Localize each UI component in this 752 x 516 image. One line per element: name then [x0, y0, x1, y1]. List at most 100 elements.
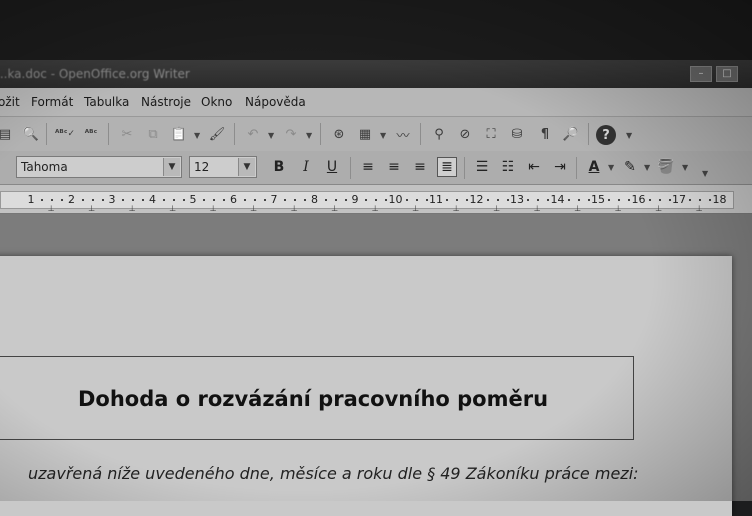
ruler-tick [182, 199, 185, 201]
ruler-number: 10 [388, 193, 403, 206]
paste-icon[interactable]: 📋 [170, 125, 188, 143]
chevron-down-icon[interactable]: ▼ [238, 158, 255, 176]
ruler-tick [162, 199, 165, 201]
menu-tools[interactable]: Nástroje [141, 95, 191, 109]
gallery-icon[interactable]: ⊘ [456, 125, 474, 143]
font-size-combobox[interactable]: 12 ▼ [189, 156, 257, 178]
ruler-tick [577, 199, 580, 201]
ruler-number: 13 [510, 193, 524, 206]
ruler-tick [91, 199, 94, 201]
bold-button[interactable]: B [269, 157, 289, 177]
window-titlebar[interactable]: ...ka.doc - OpenOffice.org Writer – □ [0, 60, 752, 88]
tab-stop-marker[interactable]: ⊥ [291, 204, 298, 213]
document-canvas[interactable]: Dohoda o rozvázání pracovního poměru uza… [0, 214, 752, 516]
tab-stop-marker[interactable]: ⊥ [129, 204, 136, 213]
find-icon[interactable]: ⚲ [430, 125, 448, 143]
tab-stop-marker[interactable]: ⊥ [696, 204, 703, 213]
menu-insert[interactable]: ožit [0, 95, 20, 109]
ruler-number: 7 [270, 193, 278, 206]
bullets-icon[interactable]: ☷ [498, 157, 518, 177]
chevron-down-icon[interactable]: ▼ [163, 158, 180, 176]
toolbar-overflow-icon[interactable]: ▼ [626, 131, 632, 140]
draw-icon[interactable]: 〰 [394, 125, 412, 144]
toolbar-separator [420, 123, 421, 145]
align-left-icon[interactable]: ≡ [358, 157, 378, 177]
underline-button[interactable]: U [322, 157, 342, 177]
toolbar-overflow-icon[interactable]: ▼ [702, 169, 708, 178]
spellcheck-icon[interactable]: ᴬᴮᶜ✓ [55, 125, 75, 143]
tab-stop-marker[interactable]: ⊥ [655, 204, 662, 213]
ruler-number: 16 [631, 193, 646, 206]
format-paintbrush-icon[interactable]: 🖌 [208, 125, 226, 143]
tab-stop-marker[interactable]: ⊥ [493, 204, 500, 213]
copy-icon[interactable]: ⧉ [144, 125, 162, 143]
background-color-icon[interactable]: 🪣 [656, 157, 676, 177]
ruler-tick [699, 199, 702, 201]
redo-icon[interactable]: ↷ [282, 125, 300, 143]
redo-dropdown-icon[interactable]: ▼ [306, 131, 312, 140]
title-table-cell[interactable]: Dohoda o rozvázání pracovního poměru [0, 356, 634, 440]
window-title: ...ka.doc - OpenOffice.org Writer [0, 67, 190, 81]
tab-stop-marker[interactable]: ⊥ [412, 204, 419, 213]
background-dropdown-icon[interactable]: ▼ [682, 163, 688, 172]
ruler-tick [213, 199, 216, 201]
align-justify-icon[interactable]: ≣ [437, 157, 457, 177]
document-paragraph: uzavřená níže uvedeného dne, měsíce a ro… [28, 464, 639, 483]
decrease-indent-icon[interactable]: ⇤ [524, 157, 544, 177]
ruler-tick [658, 199, 661, 201]
ruler-number: 14 [550, 193, 565, 206]
tab-stop-marker[interactable]: ⊥ [372, 204, 379, 213]
tab-stop-marker[interactable]: ⊥ [210, 204, 217, 213]
ruler-tick [496, 199, 499, 201]
align-right-icon[interactable]: ≡ [410, 157, 430, 177]
zoom-page-icon[interactable]: 🔍 [22, 125, 40, 143]
navigator-icon[interactable]: ⊛ [330, 125, 348, 143]
document-page[interactable]: Dohoda o rozvázání pracovního poměru uza… [0, 256, 732, 516]
tab-stop-marker[interactable]: ⊥ [331, 204, 338, 213]
tab-stop-marker[interactable]: ⊥ [169, 204, 176, 213]
highlight-icon[interactable]: ✎ [620, 157, 640, 177]
tab-stop-marker[interactable]: ⊥ [48, 204, 55, 213]
menu-table[interactable]: Tabulka [84, 95, 129, 109]
table-icon[interactable]: ▦ [356, 125, 374, 143]
image-icon[interactable]: ⛶ [482, 125, 500, 143]
font-color-icon[interactable]: A [584, 157, 604, 177]
tab-stop-marker[interactable]: ⊥ [250, 204, 257, 213]
zoom-icon[interactable]: 🔎 [562, 125, 580, 143]
ruler-tick [547, 199, 550, 201]
horizontal-ruler[interactable]: 1 ⊥ 2 ⊥ 3 ⊥ 4 ⊥ 5 ⊥ 6 ⊥ 7 ⊥ 8 ⊥ 9 ⊥ 10 ⊥ 11 ⊥ 12 ⊥ 13 ⊥ 14 ⊥ 15 ⊥ 16 ⊥ 1… [0, 185, 752, 214]
increase-indent-icon[interactable]: ⇥ [550, 157, 570, 177]
menu-window[interactable]: Okno [201, 95, 232, 109]
autospellcheck-icon[interactable]: ᴬᴮᶜ [82, 125, 100, 143]
tab-stop-marker[interactable]: ⊥ [574, 204, 581, 213]
menu-format[interactable]: Formát [31, 95, 73, 109]
minimize-button[interactable]: – [690, 66, 712, 82]
cut-icon[interactable]: ✂ [118, 125, 136, 143]
ruler-tick [648, 199, 651, 201]
formatting-marks-icon[interactable]: ¶ [536, 125, 554, 143]
table-dropdown-icon[interactable]: ▼ [380, 131, 386, 140]
align-center-icon[interactable]: ≡ [384, 157, 404, 177]
toolbar-separator [588, 123, 589, 145]
tab-stop-marker[interactable]: ⊥ [615, 204, 622, 213]
font-name-combobox[interactable]: Tahoma ▼ [16, 156, 182, 178]
database-icon[interactable]: ⛁ [508, 125, 526, 143]
ruler-tick [122, 199, 125, 201]
tab-stop-marker[interactable]: ⊥ [534, 204, 541, 213]
menu-help[interactable]: Nápověda [245, 95, 306, 109]
document-title: Dohoda o rozvázání pracovního poměru [77, 387, 549, 411]
undo-icon[interactable]: ↶ [244, 125, 262, 143]
print-preview-icon[interactable]: ▤ [0, 125, 14, 143]
tab-stop-marker[interactable]: ⊥ [453, 204, 460, 213]
help-icon[interactable]: ? [596, 125, 616, 145]
toolbar-separator [576, 157, 577, 179]
font-color-dropdown-icon[interactable]: ▼ [608, 163, 614, 172]
tab-stop-marker[interactable]: ⊥ [88, 204, 95, 213]
paste-dropdown-icon[interactable]: ▼ [194, 131, 200, 140]
numbering-icon[interactable]: ☰ [472, 157, 492, 177]
italic-button[interactable]: I [296, 157, 316, 177]
highlight-dropdown-icon[interactable]: ▼ [644, 163, 650, 172]
ruler-tick [527, 199, 530, 201]
undo-dropdown-icon[interactable]: ▼ [268, 131, 274, 140]
maximize-button[interactable]: □ [716, 66, 738, 82]
